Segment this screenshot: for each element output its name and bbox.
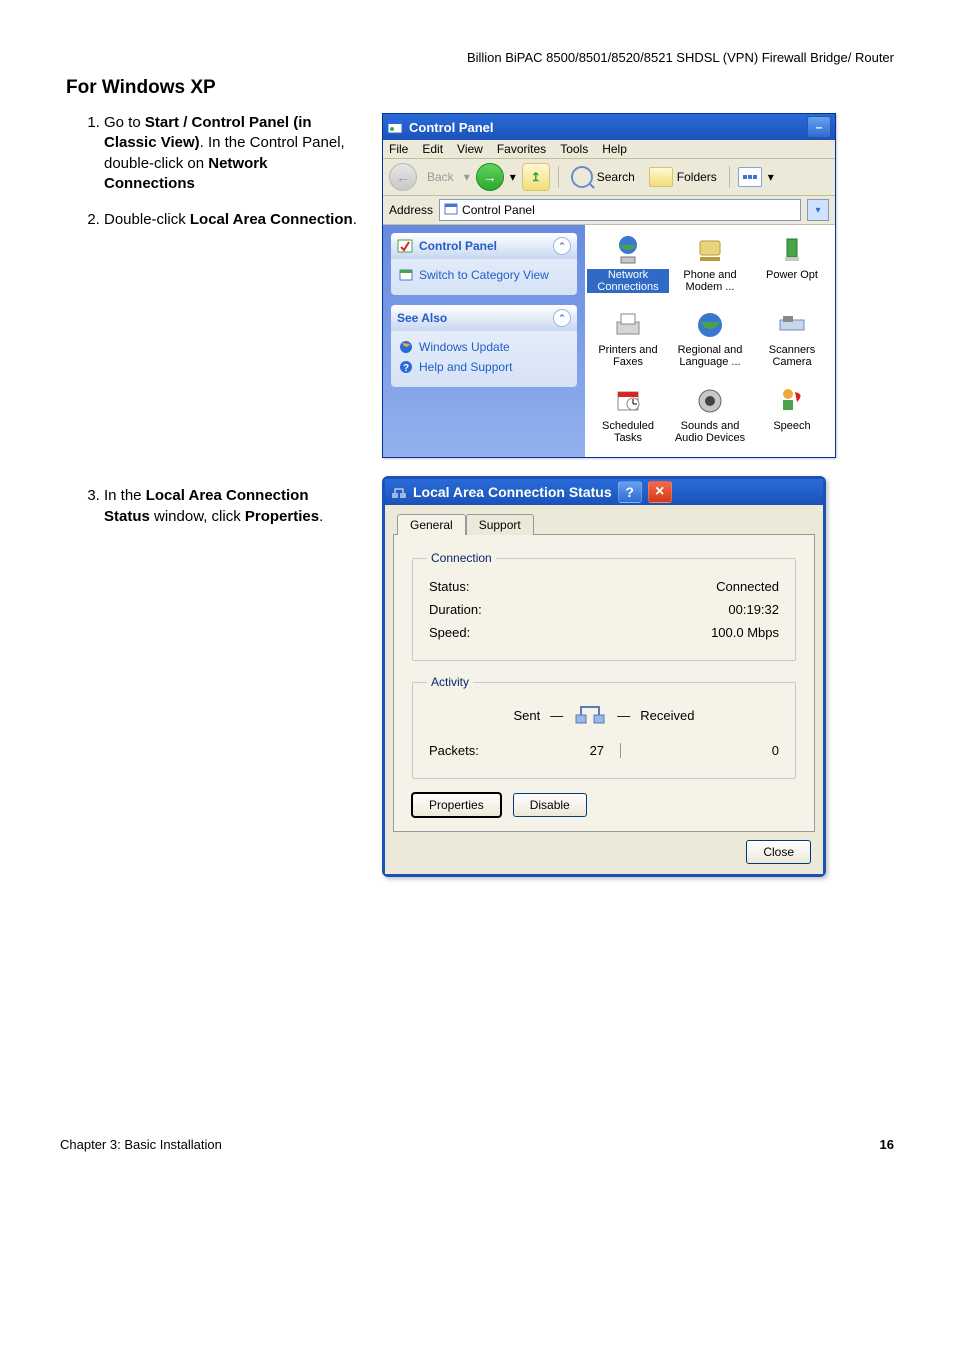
duration-label: Duration: <box>429 602 482 617</box>
power-icon <box>775 233 809 267</box>
forward-button[interactable]: → <box>476 163 504 191</box>
titlebar[interactable]: Control Panel – <box>383 114 835 140</box>
printer-icon <box>611 308 645 342</box>
help-support-link[interactable]: ? Help and Support <box>399 357 569 377</box>
speaker-icon <box>693 384 727 418</box>
dialog-title: Local Area Connection Status <box>413 484 612 500</box>
folder-icon <box>649 167 673 187</box>
lan-status-icon <box>391 484 407 500</box>
menu-file[interactable]: File <box>389 142 408 156</box>
item-sounds[interactable]: Sounds and Audio Devices <box>669 382 751 451</box>
collapse-icon[interactable]: ⌃ <box>553 237 571 255</box>
icon-grid: Network Connections Phone and Modem ... … <box>585 225 835 457</box>
toolbar: ← Back ▾ → ▾ ↥ Search Folders <box>383 159 835 196</box>
speed-value: 100.0 Mbps <box>711 625 779 640</box>
control-panel-icon <box>387 119 403 135</box>
svg-text:?: ? <box>403 363 409 374</box>
close-button[interactable]: × <box>648 481 672 503</box>
menu-edit[interactable]: Edit <box>422 142 443 156</box>
search-button[interactable]: Search <box>567 164 639 190</box>
windows-update-link[interactable]: Windows Update <box>399 337 569 357</box>
item-scheduled[interactable]: Scheduled Tasks <box>587 382 669 451</box>
panel-header-icon <box>397 238 413 254</box>
minimize-button[interactable]: – <box>807 116 831 138</box>
address-icon <box>444 202 458 216</box>
help-icon: ? <box>399 360 413 374</box>
address-go-button[interactable]: ▾ <box>807 199 829 221</box>
close-dialog-button[interactable]: Close <box>746 840 811 864</box>
page-header: Billion BiPAC 8500/8501/8520/8521 SHDSL … <box>60 50 894 65</box>
connection-group: Connection Status: Connected Duration: 00:… <box>412 551 796 661</box>
item-regional[interactable]: Regional and Language ... <box>669 306 751 375</box>
status-value: Connected <box>716 579 779 594</box>
footer-chapter: Chapter 3: Basic Installation <box>60 1137 222 1152</box>
panel-control-header[interactable]: Control Panel ⌃ <box>391 233 577 259</box>
activity-legend: Activity <box>427 675 473 689</box>
packets-label: Packets: <box>429 743 479 758</box>
calendar-icon <box>611 384 645 418</box>
globe-icon <box>399 340 413 354</box>
address-label: Address <box>389 203 433 217</box>
menu-favorites[interactable]: Favorites <box>497 142 546 156</box>
status-dialog: Local Area Connection Status ? × General… <box>382 476 826 877</box>
dialog-titlebar[interactable]: Local Area Connection Status ? × <box>385 479 823 505</box>
up-button[interactable]: ↥ <box>522 163 550 191</box>
help-button[interactable]: ? <box>618 481 642 503</box>
views-button[interactable] <box>738 167 762 187</box>
network-icon <box>611 233 645 267</box>
menu-view[interactable]: View <box>457 142 483 156</box>
packets-received: 0 <box>772 743 779 758</box>
item-network-connections[interactable]: Network Connections <box>587 231 669 300</box>
section-title: For Windows XP <box>66 77 894 99</box>
collapse-icon[interactable]: ⌃ <box>553 309 571 327</box>
step-3: In the Local Area Connection Status wind… <box>104 486 358 527</box>
task-pane: Control Panel ⌃ Switch to Category View <box>383 225 585 457</box>
received-label: Received <box>640 708 694 723</box>
step-2: Double-click Local Area Connection. <box>104 210 358 230</box>
speed-label: Speed: <box>429 625 470 640</box>
item-power-options[interactable]: Power Opt <box>751 231 833 300</box>
item-printers[interactable]: Printers and Faxes <box>587 306 669 375</box>
address-input[interactable] <box>439 199 801 221</box>
disable-button[interactable]: Disable <box>513 793 587 817</box>
window-title: Control Panel <box>409 120 494 135</box>
item-scanners[interactable]: Scanners Camera <box>751 306 833 375</box>
menu-help[interactable]: Help <box>602 142 627 156</box>
item-speech[interactable]: Speech <box>751 382 833 451</box>
duration-value: 00:19:32 <box>728 602 779 617</box>
tab-support[interactable]: Support <box>466 514 534 535</box>
tab-general[interactable]: General <box>397 514 466 535</box>
page-number: 16 <box>880 1137 894 1152</box>
globe-icon <box>693 308 727 342</box>
menubar: File Edit View Favorites Tools Help <box>383 140 835 159</box>
activity-icon <box>573 701 607 729</box>
folders-button[interactable]: Folders <box>645 165 721 189</box>
speech-icon <box>775 384 809 418</box>
scanner-icon <box>775 308 809 342</box>
panel-seealso-header[interactable]: See Also ⌃ <box>391 305 577 331</box>
back-label: Back <box>423 168 458 186</box>
sent-label: Sent <box>514 708 541 723</box>
status-label: Status: <box>429 579 469 594</box>
back-button: ← <box>389 163 417 191</box>
step-1: Go to Start / Control Panel (in Classic … <box>104 113 358 194</box>
item-phone-modem[interactable]: Phone and Modem ... <box>669 231 751 300</box>
control-panel-window: Control Panel – File Edit View Favorites… <box>382 113 836 458</box>
activity-group: Activity Sent — — Received <box>412 675 796 779</box>
menu-tools[interactable]: Tools <box>560 142 588 156</box>
search-icon <box>571 166 593 188</box>
category-icon <box>399 268 413 282</box>
packets-sent: 27 <box>590 743 604 758</box>
address-bar: Address ▾ <box>383 196 835 225</box>
properties-button[interactable]: Properties <box>412 793 501 817</box>
switch-view-link[interactable]: Switch to Category View <box>399 265 569 285</box>
phone-icon <box>693 233 727 267</box>
connection-legend: Connection <box>427 551 496 565</box>
